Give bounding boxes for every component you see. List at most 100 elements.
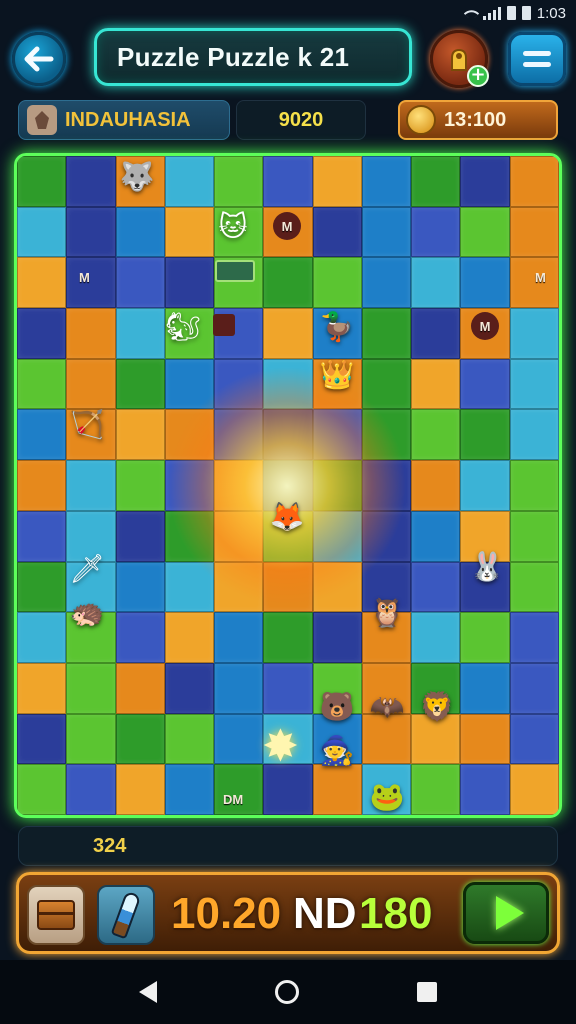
puzzle-tile[interactable]	[115, 713, 165, 765]
puzzle-tile[interactable]	[164, 764, 215, 815]
back-button[interactable]	[12, 32, 66, 86]
puzzle-tile[interactable]	[361, 156, 412, 207]
puzzle-tile[interactable]	[66, 713, 116, 765]
puzzle-tile[interactable]	[312, 206, 362, 258]
puzzle-tile[interactable]	[411, 257, 461, 309]
puzzle-tile[interactable]	[164, 409, 215, 461]
creature-piece[interactable]: 🐺	[117, 156, 157, 196]
puzzle-tile[interactable]	[361, 206, 412, 258]
puzzle-tile[interactable]	[17, 358, 67, 410]
puzzle-tile[interactable]	[115, 510, 165, 562]
puzzle-tile[interactable]	[214, 713, 264, 765]
puzzle-tile[interactable]	[411, 409, 461, 461]
puzzle-tile[interactable]	[509, 510, 559, 562]
puzzle-tile[interactable]	[17, 713, 67, 765]
puzzle-tile[interactable]	[411, 206, 461, 258]
puzzle-tile[interactable]	[361, 460, 412, 511]
puzzle-tile[interactable]	[115, 764, 165, 815]
puzzle-tile[interactable]	[17, 561, 67, 613]
puzzle-board[interactable]: ✸ 🐺 🐱 M M M 🐿 🦆 M 👑 🏹 🦊 🗡 🐰 🦔 🦉 🐻 🦇 🦁 🧙 …	[14, 153, 562, 818]
puzzle-tile[interactable]	[312, 257, 362, 309]
puzzle-tile[interactable]	[164, 510, 215, 562]
puzzle-tile[interactable]	[115, 308, 165, 359]
puzzle-tile[interactable]	[115, 561, 165, 613]
puzzle-tile[interactable]	[66, 662, 116, 714]
puzzle-tile[interactable]	[164, 206, 215, 258]
puzzle-tile[interactable]	[509, 561, 559, 613]
puzzle-tile[interactable]	[115, 409, 165, 461]
puzzle-tile[interactable]	[17, 409, 67, 461]
puzzle-tile[interactable]	[411, 764, 461, 815]
puzzle-tile[interactable]	[460, 206, 510, 258]
puzzle-tile[interactable]	[214, 561, 264, 613]
puzzle-tile[interactable]	[115, 662, 165, 714]
puzzle-tile[interactable]	[164, 257, 215, 309]
puzzle-tile[interactable]	[361, 409, 412, 461]
puzzle-tile[interactable]	[460, 612, 510, 663]
puzzle-tile[interactable]	[411, 612, 461, 663]
puzzle-tile[interactable]	[509, 206, 559, 258]
puzzle-tile[interactable]	[460, 713, 510, 765]
puzzle-tile[interactable]	[214, 662, 264, 714]
puzzle-tile[interactable]	[115, 460, 165, 511]
creature-piece[interactable]: 🐸	[367, 776, 407, 815]
puzzle-tile[interactable]	[509, 308, 559, 359]
puzzle-tile[interactable]	[312, 764, 362, 815]
puzzle-tile[interactable]	[66, 257, 116, 309]
puzzle-tile[interactable]	[263, 156, 313, 207]
puzzle-tile[interactable]	[17, 662, 67, 714]
puzzle-tile[interactable]	[509, 713, 559, 765]
play-button[interactable]	[463, 882, 549, 944]
puzzle-tile[interactable]	[460, 156, 510, 207]
puzzle-tile[interactable]	[263, 257, 313, 309]
puzzle-tile[interactable]	[263, 358, 313, 410]
puzzle-tile[interactable]	[115, 612, 165, 663]
puzzle-tile[interactable]	[164, 713, 215, 765]
creature-piece[interactable]: 🗡	[67, 548, 107, 588]
puzzle-tile[interactable]	[509, 460, 559, 511]
puzzle-tile[interactable]	[460, 764, 510, 815]
puzzle-tile[interactable]	[214, 764, 264, 815]
puzzle-tile[interactable]	[312, 561, 362, 613]
puzzle-tile[interactable]	[214, 156, 264, 207]
puzzle-tile[interactable]	[411, 358, 461, 410]
puzzle-tile[interactable]	[66, 460, 116, 511]
puzzle-tile[interactable]	[411, 510, 461, 562]
puzzle-tile[interactable]	[214, 409, 264, 461]
puzzle-tile[interactable]	[115, 206, 165, 258]
puzzle-tile[interactable]	[17, 257, 67, 309]
creature-piece[interactable]: 🦇	[367, 686, 407, 726]
puzzle-tile[interactable]	[66, 156, 116, 207]
puzzle-tile[interactable]	[164, 156, 215, 207]
puzzle-tile[interactable]	[115, 257, 165, 309]
puzzle-tile[interactable]	[411, 460, 461, 511]
creature-piece[interactable]: 🦉	[367, 592, 407, 632]
puzzle-tile[interactable]	[66, 764, 116, 815]
puzzle-tile[interactable]	[411, 561, 461, 613]
puzzle-tile[interactable]	[66, 206, 116, 258]
puzzle-tile[interactable]	[66, 308, 116, 359]
puzzle-tile[interactable]	[263, 409, 313, 461]
puzzle-tile[interactable]	[460, 409, 510, 461]
creature-piece[interactable]: 🐱	[213, 206, 253, 246]
puzzle-tile[interactable]	[164, 662, 215, 714]
puzzle-tile[interactable]	[17, 460, 67, 511]
menu-button[interactable]	[508, 32, 566, 86]
creature-piece[interactable]: 🦁	[417, 686, 457, 726]
puzzle-tile[interactable]	[460, 257, 510, 309]
puzzle-tile[interactable]	[17, 612, 67, 663]
puzzle-tile[interactable]	[66, 358, 116, 410]
puzzle-tile[interactable]	[460, 460, 510, 511]
puzzle-tile[interactable]	[509, 358, 559, 410]
puzzle-tile[interactable]	[411, 308, 461, 359]
puzzle-tile[interactable]	[361, 308, 412, 359]
nav-recents-button[interactable]	[417, 982, 437, 1002]
shop-button[interactable]: +	[430, 30, 489, 88]
creature-piece[interactable]: 👑	[317, 354, 357, 394]
puzzle-tile[interactable]	[17, 308, 67, 359]
puzzle-tile[interactable]	[312, 156, 362, 207]
puzzle-tile[interactable]	[509, 409, 559, 461]
chest-slot[interactable]	[27, 885, 85, 945]
puzzle-tile[interactable]	[361, 257, 412, 309]
creature-piece[interactable]: 🦔	[67, 592, 107, 632]
